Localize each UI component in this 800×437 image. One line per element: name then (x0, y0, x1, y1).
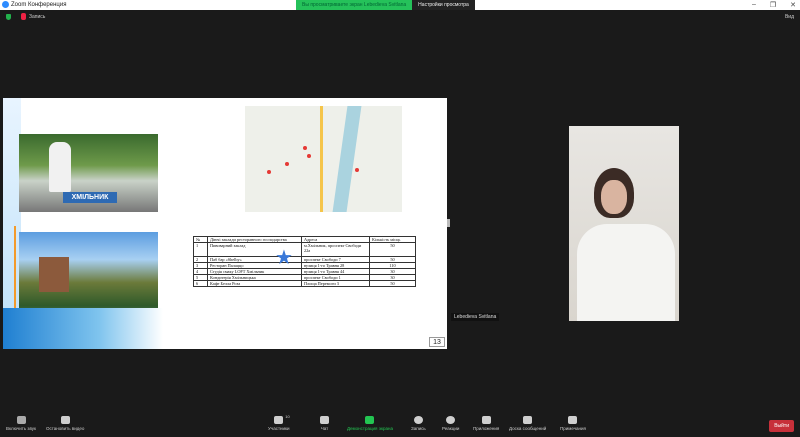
view-settings-button[interactable]: Настройки просмотра (412, 0, 475, 10)
split-resize-handle[interactable] (447, 219, 450, 227)
table-row: 1 Пивоварний заклад м.Хмільник, проспект С… (193, 242, 416, 257)
blue-wave-decoration (3, 308, 163, 349)
chat-label: Чат (320, 426, 329, 431)
close-button[interactable]: ✕ (790, 1, 796, 9)
video-camera-icon (60, 416, 70, 424)
window-title: Zoom Конференция (11, 1, 67, 8)
record-button-label: Запись (411, 426, 426, 431)
table-row: 6 Кафе Белла Роза Площа Перемоги 3 50 (193, 280, 416, 287)
record-button[interactable]: Запись (411, 416, 426, 431)
record-label: Запись (29, 13, 46, 20)
cell: Площа Перемоги 3 (301, 280, 370, 287)
participant-name-label: Lebedieva Svitlana (451, 313, 500, 321)
reactions-button[interactable]: Реакции (442, 416, 459, 431)
share-label: Демонстрация экрана (347, 426, 393, 431)
leave-button[interactable]: Выйти (769, 420, 794, 432)
shared-slide: ХМІЛЬНИК № Діючі заклади ресторанного го… (3, 98, 447, 349)
whiteboard-label: Доска сообщений (509, 426, 547, 431)
muted-microphone-icon (16, 416, 26, 424)
apps-button[interactable]: Приложения (473, 416, 499, 431)
share-screen-icon (365, 416, 375, 424)
smiley-icon (446, 416, 456, 424)
map-pin-icon (303, 146, 307, 150)
participants-count: 10 (285, 414, 290, 419)
apps-icon (481, 416, 491, 424)
star-icon: ★ (275, 247, 293, 269)
recording-indicator[interactable]: Запись (21, 13, 45, 20)
video-label: Остановить видео (46, 426, 85, 431)
meeting-toolbar: Включить звук Остановить видео 10 Участни… (0, 413, 800, 437)
unmute-label: Включить звук (6, 426, 37, 431)
participant-video[interactable] (569, 126, 679, 321)
meeting-top-bar: Запись Вид (0, 10, 800, 25)
participants-button[interactable]: 10 Участники (268, 414, 290, 431)
notes-label: Примечания (560, 426, 586, 431)
cell: м.Хмільник, проспект Свободи 22а (301, 242, 370, 257)
apps-label: Приложения (473, 426, 500, 431)
record-icon (413, 416, 423, 424)
cell: 50 (369, 242, 416, 257)
notes-button[interactable]: Примечания (560, 416, 586, 431)
share-screen-button[interactable]: Демонстрация экрана (347, 416, 393, 431)
whiteboard-icon (523, 416, 533, 424)
cell: 1 (193, 242, 208, 257)
participants-label: Участники (268, 426, 290, 431)
participants-icon: 10 (274, 414, 290, 424)
unmute-button[interactable]: Включить звук (6, 416, 36, 431)
city-sign-photo: ХМІЛЬНИК (19, 134, 158, 212)
record-icon (21, 13, 26, 20)
zoom-logo-icon (2, 1, 9, 8)
viewing-banner: Вы просматриваете экран Lebedieva Svitla… (296, 0, 413, 10)
title-bar: Zoom Конференция Вы просматриваете экран… (0, 0, 800, 10)
notes-icon (568, 416, 578, 424)
table-header-row: № Діючі заклади ресторанного господарств… (193, 236, 416, 243)
map-pin-icon (267, 170, 271, 174)
cell: Кафе Белла Роза (207, 280, 302, 287)
restaurants-table: № Діючі заклади ресторанного господарств… (193, 236, 416, 287)
minimize-button[interactable]: – (752, 1, 756, 9)
cell: 50 (369, 280, 416, 287)
restore-button[interactable]: ❐ (770, 1, 776, 9)
security-shield-icon[interactable] (6, 14, 11, 20)
map-image (245, 106, 402, 212)
city-sign: ХМІЛЬНИК (63, 192, 117, 203)
view-button[interactable]: Вид (785, 14, 794, 20)
slide-page-number: 13 (429, 337, 445, 347)
reactions-label: Реакции (442, 426, 460, 431)
map-pin-icon (285, 162, 289, 166)
stop-video-button[interactable]: Остановить видео (46, 416, 84, 431)
whiteboard-button[interactable]: Доска сообщений (509, 416, 546, 431)
chat-button[interactable]: Чат (320, 416, 329, 431)
map-pin-icon (355, 168, 359, 172)
cell: 6 (193, 280, 208, 287)
chat-icon (320, 416, 329, 424)
map-pin-icon (307, 154, 311, 158)
